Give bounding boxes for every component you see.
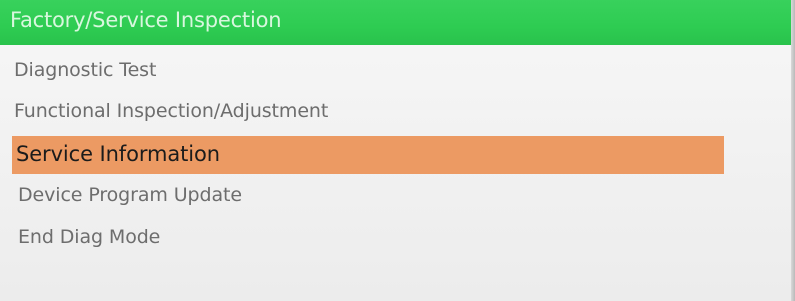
- menu-item-label: End Diag Mode: [18, 226, 161, 248]
- menu-item-end-diag-mode[interactable]: End Diag Mode: [16, 219, 728, 255]
- title-bar: Factory/Service Inspection: [0, 0, 791, 45]
- menu-item-device-program-update[interactable]: Device Program Update: [16, 177, 728, 213]
- diagnostic-screen: Factory/Service Inspection Diagnostic Te…: [0, 0, 795, 301]
- page-title: Factory/Service Inspection: [10, 8, 282, 32]
- menu-item-label: Diagnostic Test: [14, 59, 157, 81]
- menu-item-service-information[interactable]: Service Information: [12, 136, 724, 174]
- menu-item-label: Functional Inspection/Adjustment: [14, 100, 329, 122]
- menu-item-functional-inspection[interactable]: Functional Inspection/Adjustment: [12, 93, 724, 129]
- menu-item-label: Device Program Update: [18, 184, 242, 206]
- screen-bezel-edge: [791, 0, 795, 301]
- menu-item-diagnostic-test[interactable]: Diagnostic Test: [12, 52, 724, 88]
- menu-item-label: Service Information: [16, 142, 220, 166]
